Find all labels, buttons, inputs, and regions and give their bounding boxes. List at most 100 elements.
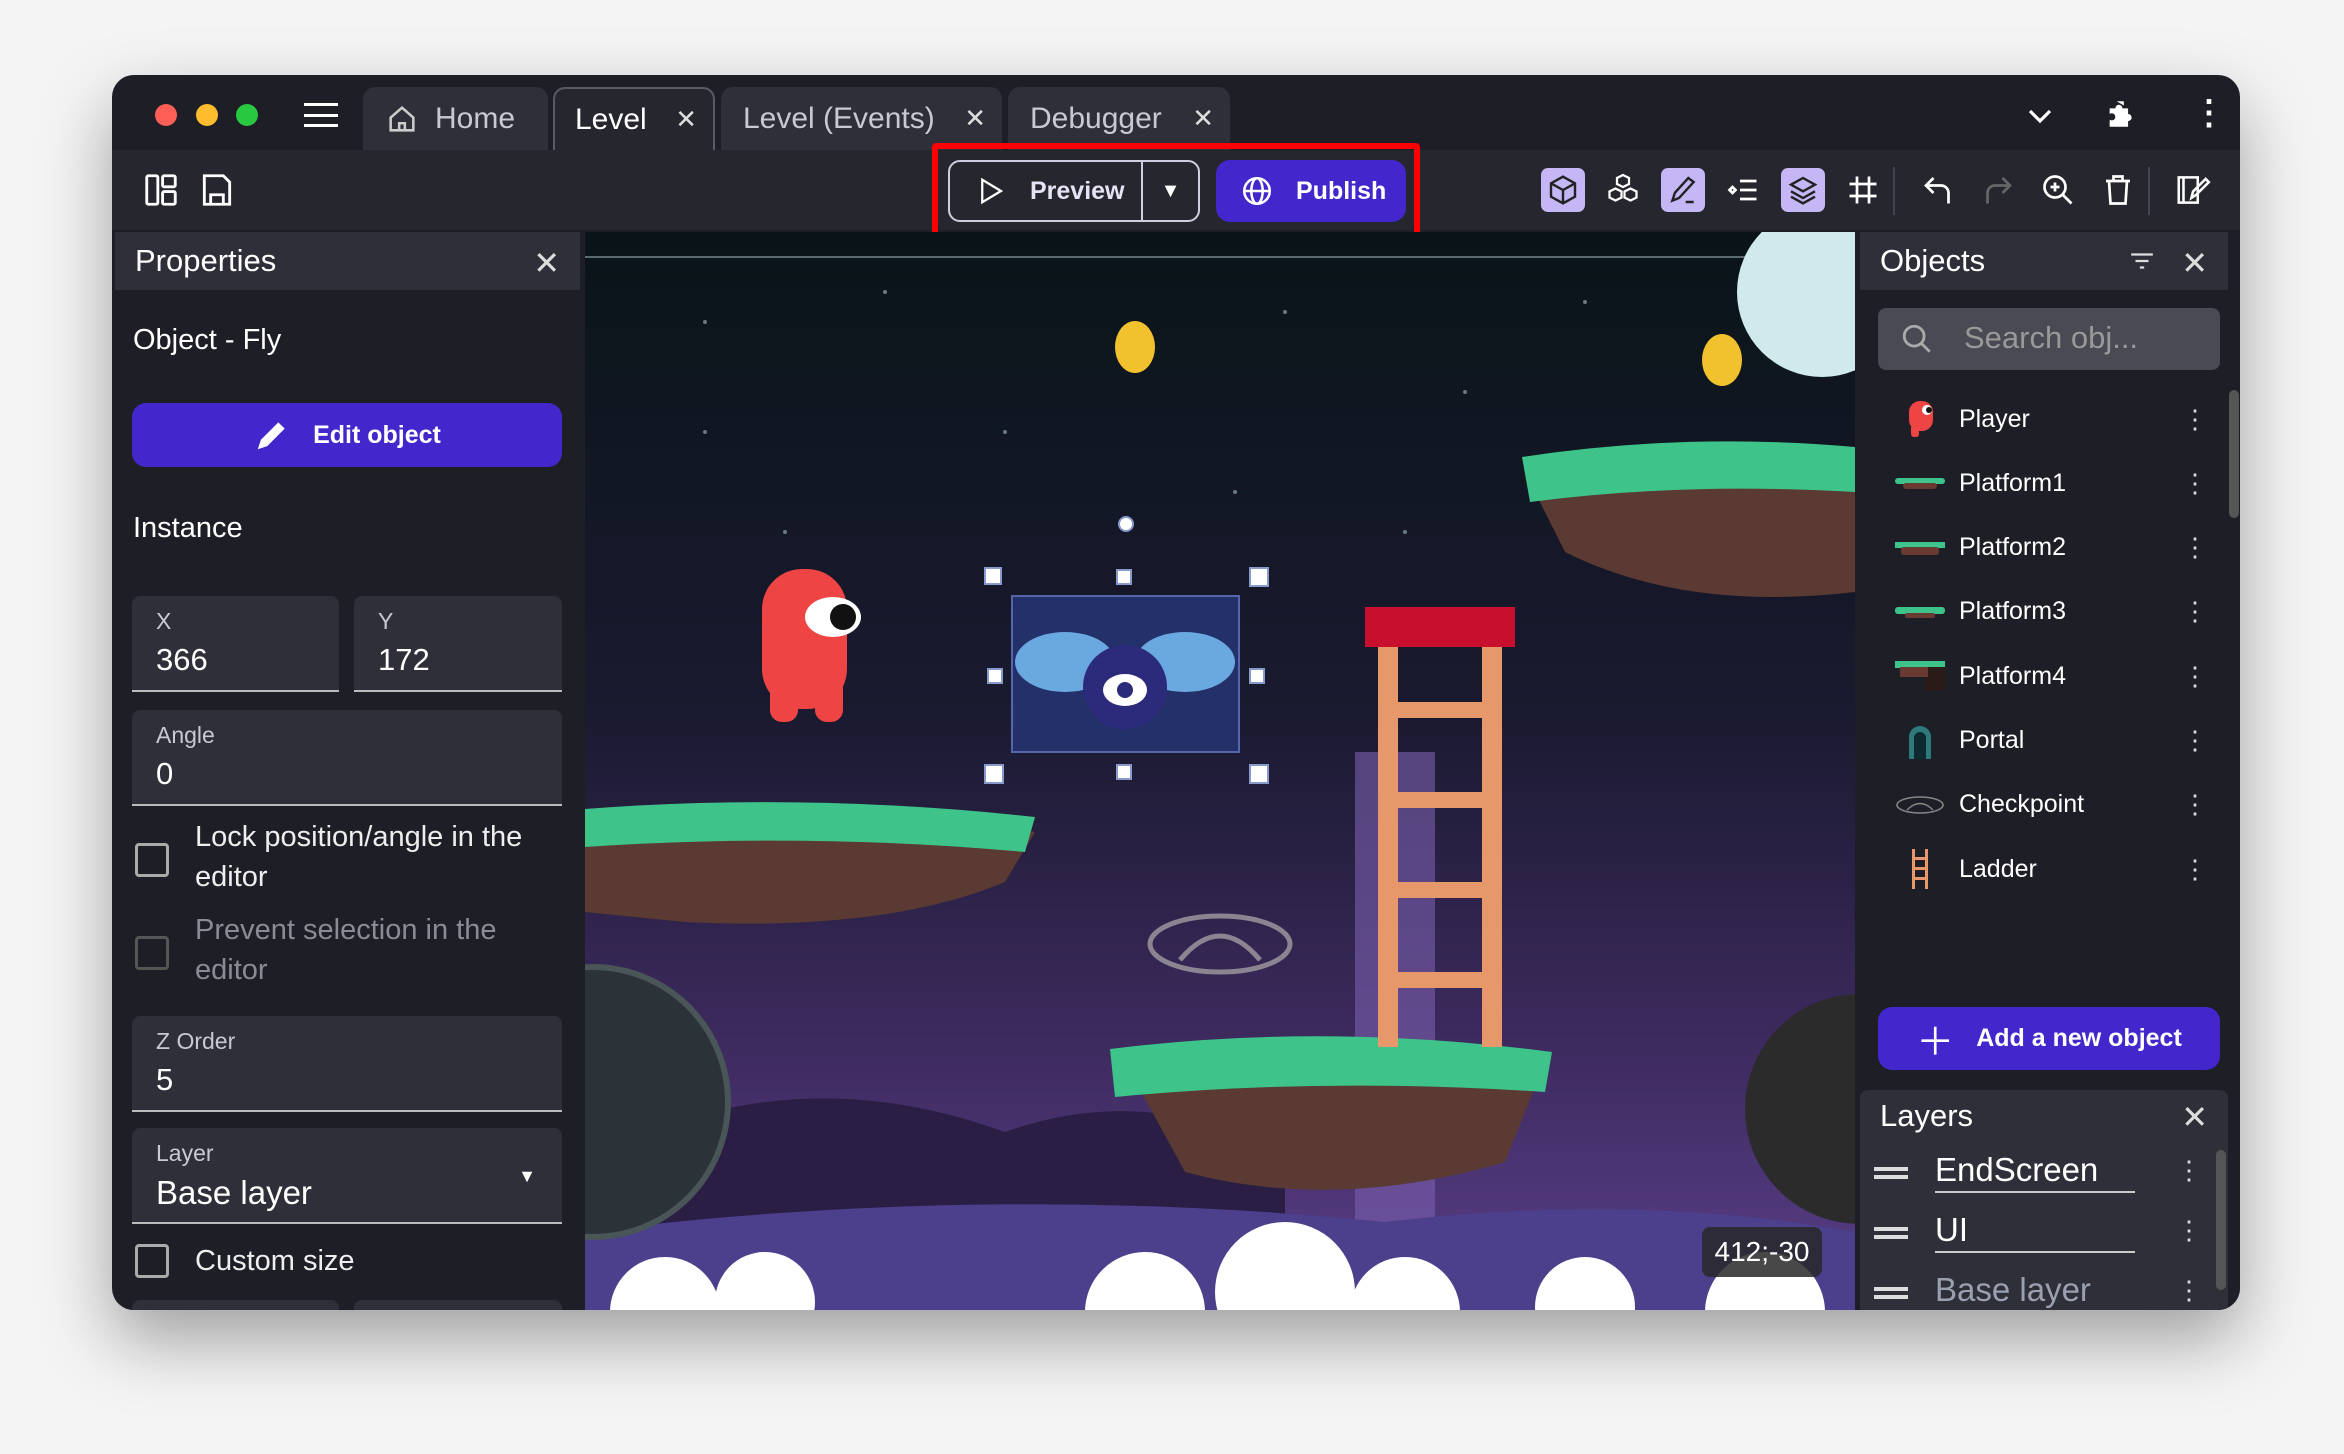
object-thumbnail-icon	[1890, 849, 1950, 890]
globe-icon	[1242, 176, 1272, 206]
add-object-label: Add a new object	[1976, 1024, 2182, 1052]
drag-handle-icon[interactable]	[1874, 1287, 1908, 1299]
layer-name[interactable]: EndScreen	[1935, 1151, 2135, 1193]
object-groups-icon[interactable]	[1601, 168, 1645, 212]
object-thumbnail-icon	[1890, 785, 1950, 825]
height-field[interactable]	[354, 1300, 562, 1310]
custom-size-checkbox[interactable]	[135, 1244, 169, 1278]
more-options-icon[interactable]: ⋮	[2182, 532, 2208, 563]
maximize-window-button[interactable]	[236, 104, 258, 126]
drag-handle-icon[interactable]	[1874, 1167, 1908, 1179]
scrollbar[interactable]	[2229, 390, 2239, 518]
object-list-item[interactable]: Platform4 ⋮	[1860, 646, 2220, 706]
close-icon[interactable]: ✕	[533, 244, 560, 282]
layer-name[interactable]: Base layer	[1935, 1271, 2135, 1310]
object-list-item[interactable]: Ladder ⋮	[1860, 839, 2220, 899]
fly-instance[interactable]	[1011, 595, 1240, 753]
object-list-item[interactable]: Platform1 ⋮	[1860, 453, 2220, 513]
more-options-icon[interactable]: ⋮	[2176, 1275, 2202, 1306]
object-name: Checkpoint	[1959, 790, 2085, 819]
save-icon[interactable]	[198, 171, 236, 209]
x-field[interactable]: X 366	[132, 596, 339, 692]
layers-panel-icon[interactable]	[1781, 168, 1825, 212]
tab-debugger[interactable]: Debugger ✕	[1008, 87, 1230, 150]
drag-handle-icon[interactable]	[1874, 1227, 1908, 1239]
field-label: Z Order	[156, 1028, 236, 1054]
layer-list-item[interactable]: EndScreen ⋮	[1860, 1145, 2220, 1205]
add-object-button[interactable]: ＋ Add a new object	[1878, 1007, 2220, 1070]
more-options-icon[interactable]: ⋮	[2182, 596, 2208, 627]
more-options-icon[interactable]: ⋮	[2182, 725, 2208, 756]
extension-icon[interactable]	[2104, 97, 2138, 131]
more-options-icon[interactable]: ⋮	[2182, 404, 2208, 435]
objects-panel-icon[interactable]	[1541, 168, 1585, 212]
coin[interactable]	[1702, 334, 1742, 386]
z-order-field[interactable]: Z Order 5	[132, 1016, 562, 1112]
object-list-item[interactable]: Portal ⋮	[1860, 711, 2220, 771]
more-options-icon[interactable]: ⋮	[2182, 789, 2208, 820]
publish-button[interactable]: Publish	[1216, 160, 1406, 222]
delete-icon[interactable]	[2096, 168, 2140, 212]
undo-icon[interactable]	[1916, 168, 1960, 212]
object-list-item[interactable]: Checkpoint ⋮	[1860, 775, 2220, 835]
more-options-icon[interactable]: ⋮	[2176, 1155, 2202, 1186]
preview-options-dropdown[interactable]: ▼	[1143, 162, 1198, 220]
panel-title: Properties	[135, 243, 277, 278]
preview-split-button: Preview ▼	[948, 160, 1200, 222]
lock-checkbox[interactable]	[135, 843, 169, 877]
tab-home[interactable]: Home	[363, 87, 548, 150]
search-input[interactable]: Search obj...	[1878, 308, 2220, 370]
object-list-item[interactable]: Platform2 ⋮	[1860, 518, 2220, 578]
plus-icon: ＋	[1916, 1022, 1955, 1064]
more-menu-icon[interactable]: ⋮	[2192, 93, 2226, 133]
divider	[2148, 167, 2150, 215]
close-tab-icon[interactable]: ✕	[1192, 103, 1214, 134]
field-label: Y	[378, 608, 394, 634]
angle-field[interactable]: Angle 0	[132, 710, 562, 806]
filter-icon[interactable]	[2128, 248, 2156, 274]
more-options-icon[interactable]: ⋮	[2182, 468, 2208, 499]
coin[interactable]	[1115, 321, 1155, 373]
redo-icon[interactable]	[1976, 168, 2020, 212]
close-icon[interactable]: ✕	[2181, 1098, 2208, 1136]
panel-title: Objects	[1880, 243, 1986, 278]
layer-list-item[interactable]: UI ⋮	[1860, 1205, 2220, 1265]
close-tab-icon[interactable]: ✕	[675, 104, 697, 135]
tab-label: Level (Events)	[743, 101, 935, 135]
zoom-icon[interactable]	[2036, 168, 2080, 212]
field-value: 172	[378, 642, 430, 677]
grid-icon[interactable]	[1841, 168, 1885, 212]
panels-icon[interactable]	[142, 171, 180, 209]
edit-object-label: Edit object	[313, 420, 441, 449]
close-tab-icon[interactable]: ✕	[964, 103, 986, 134]
prevent-selection-checkbox[interactable]	[135, 936, 169, 970]
edit-scene-icon[interactable]	[2171, 168, 2215, 212]
caret-down-icon: ▼	[518, 1166, 536, 1186]
more-options-icon[interactable]: ⋮	[2182, 661, 2208, 692]
menu-icon[interactable]	[304, 103, 338, 127]
lock-label: Lock position/angle in the editor	[195, 821, 523, 893]
layer-name[interactable]: UI	[1935, 1211, 2135, 1253]
object-name: Platform4	[1959, 661, 2066, 690]
close-window-button[interactable]	[155, 104, 177, 126]
tab-level[interactable]: Level ✕	[553, 87, 715, 150]
more-options-icon[interactable]: ⋮	[2176, 1215, 2202, 1246]
minimize-window-button[interactable]	[196, 104, 218, 126]
preview-button[interactable]: Preview	[950, 162, 1143, 220]
chevron-down-icon[interactable]	[2025, 101, 2055, 131]
properties-panel-icon[interactable]	[1661, 168, 1705, 212]
instances-list-icon[interactable]	[1721, 168, 1765, 212]
scene-canvas[interactable]	[585, 232, 1855, 1310]
layer-select[interactable]: Layer Base layer ▼	[132, 1128, 562, 1224]
panel-header: Properties ✕	[115, 232, 580, 290]
object-list-item[interactable]: Platform3 ⋮	[1860, 582, 2220, 642]
layer-list-item[interactable]: Base layer ⋮	[1860, 1265, 2220, 1310]
edit-object-button[interactable]: Edit object	[132, 403, 562, 467]
object-name: Platform3	[1959, 597, 2066, 626]
object-list-item[interactable]: Player ⋮	[1860, 389, 2220, 449]
width-field[interactable]	[132, 1300, 339, 1310]
tab-level-events[interactable]: Level (Events) ✕	[721, 87, 1002, 150]
close-icon[interactable]: ✕	[2181, 244, 2208, 282]
more-options-icon[interactable]: ⋮	[2182, 854, 2208, 885]
y-field[interactable]: Y 172	[354, 596, 562, 692]
